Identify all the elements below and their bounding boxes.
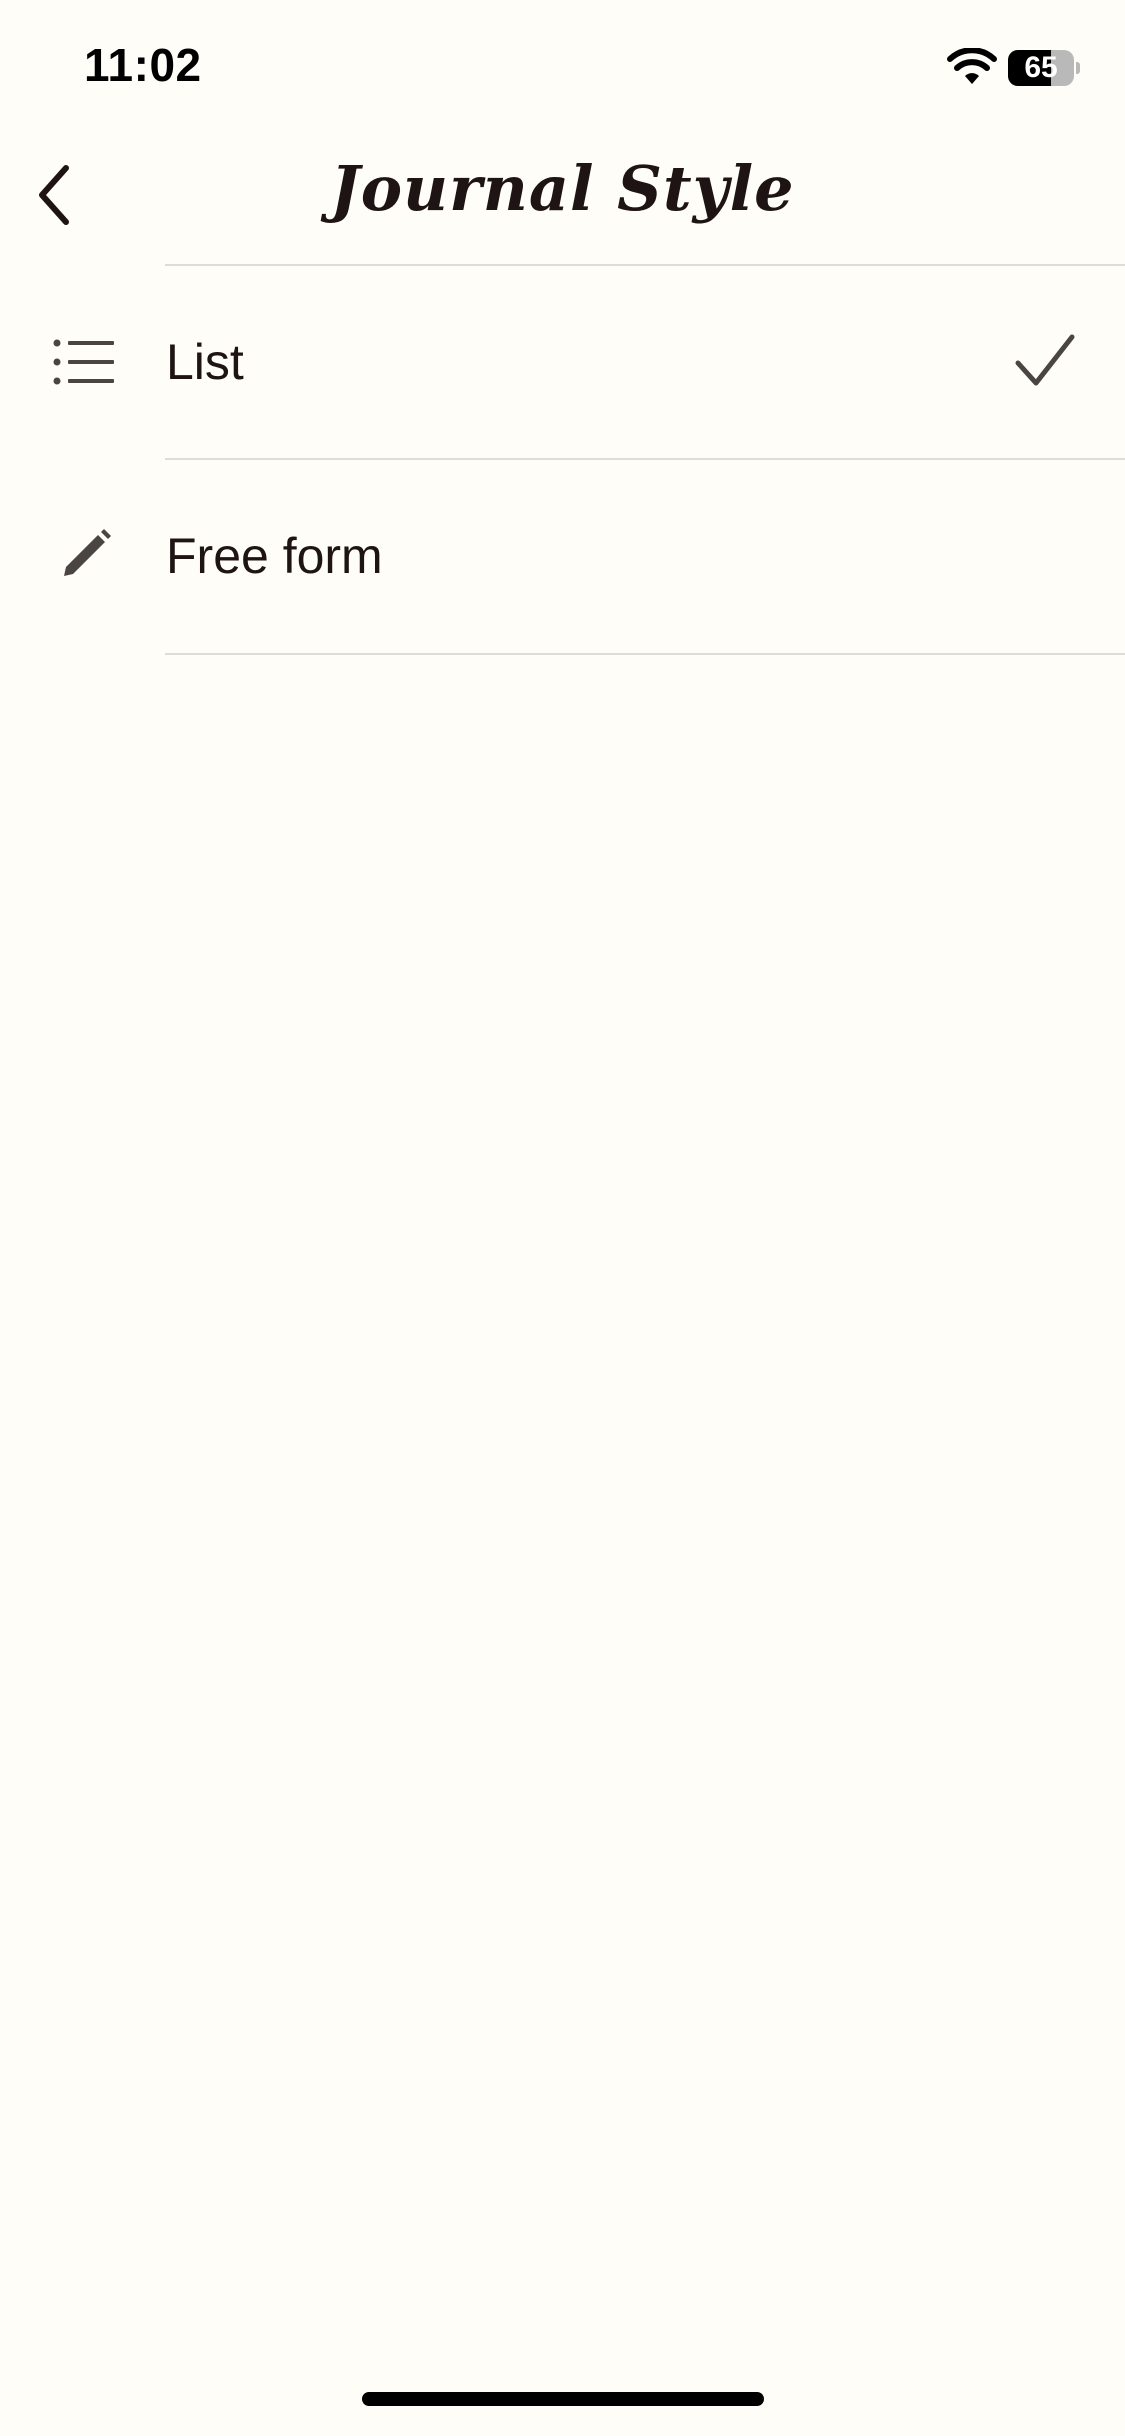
list-icon [48, 326, 120, 398]
option-label: Free form [166, 528, 383, 584]
status-bar: 11:02 65 [0, 0, 1125, 130]
home-indicator[interactable] [362, 2392, 764, 2406]
option-list[interactable]: List [0, 265, 1125, 459]
battery-level: 65 [1024, 51, 1058, 84]
option-label: List [166, 334, 244, 390]
checkmark-icon [1015, 334, 1075, 386]
divider [165, 653, 1125, 655]
battery-indicator: 65 [1008, 50, 1080, 86]
page-title: Journal Style [330, 152, 795, 225]
status-time: 11:02 [84, 39, 202, 91]
pencil-icon [48, 520, 120, 592]
option-free-form[interactable]: Free form [0, 459, 1125, 653]
wifi-icon [947, 48, 997, 84]
